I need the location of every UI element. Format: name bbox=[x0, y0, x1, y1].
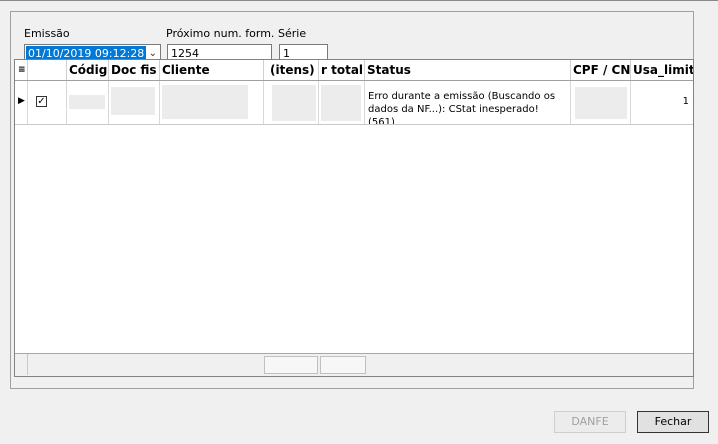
scrollbar-thumb-segment[interactable] bbox=[320, 356, 366, 374]
cell-usa-limit: 1 bbox=[631, 81, 693, 124]
column-check[interactable] bbox=[28, 60, 67, 80]
fechar-button[interactable]: Fechar bbox=[637, 411, 709, 433]
triangle-right-icon: ▶ bbox=[18, 96, 25, 106]
cell-doc-fis bbox=[109, 81, 160, 124]
cell-codigo bbox=[67, 81, 109, 124]
serie-label: Série bbox=[278, 27, 307, 40]
scrollbar-corner bbox=[15, 354, 28, 375]
row-checkbox[interactable]: ✓ bbox=[36, 96, 47, 107]
column-valor-total[interactable]: r total bbox=[319, 60, 365, 80]
column-doc-fis[interactable]: Doc fis bbox=[109, 60, 160, 80]
cell-cpf-cnpj bbox=[571, 81, 631, 124]
cell-valor-total bbox=[319, 81, 365, 124]
column-itens[interactable]: (itens) bbox=[264, 60, 319, 80]
redacted-block bbox=[69, 95, 105, 109]
redacted-block bbox=[162, 85, 248, 119]
cell-itens bbox=[264, 81, 319, 124]
horizontal-scrollbar[interactable] bbox=[15, 353, 693, 376]
column-status[interactable]: Status bbox=[365, 60, 571, 80]
redacted-block bbox=[272, 85, 316, 121]
column-cpf-cnpj[interactable]: CPF / CN bbox=[571, 60, 631, 80]
redacted-block bbox=[575, 87, 627, 119]
window-top-border bbox=[0, 0, 718, 1]
column-usa-limit[interactable]: Usa_limit bbox=[631, 60, 693, 80]
usa-limit-value: 1 bbox=[682, 96, 689, 107]
proximo-label: Próximo num. form. bbox=[166, 27, 275, 40]
status-text: Erro durante a emissão (Buscando os dado… bbox=[368, 90, 568, 124]
grid-header: ≡ Códig Doc fis Cliente (itens) r total … bbox=[15, 60, 693, 81]
danfe-button[interactable]: DANFE bbox=[554, 411, 626, 433]
status-line-1: Erro durante a emissão (Buscando os bbox=[368, 91, 556, 102]
redacted-block bbox=[321, 85, 361, 121]
emissao-label: Emissão bbox=[24, 27, 70, 40]
row-checkbox-cell[interactable]: ✓ bbox=[28, 81, 67, 124]
column-cliente[interactable]: Cliente bbox=[160, 60, 264, 80]
redacted-block bbox=[111, 87, 155, 115]
data-grid[interactable]: ≡ Códig Doc fis Cliente (itens) r total … bbox=[14, 59, 694, 377]
table-row[interactable]: ▶ ✓ Erro durante a emissão (Buscando os … bbox=[15, 81, 693, 125]
cell-cliente bbox=[160, 81, 264, 124]
row-indicator: ▶ bbox=[15, 81, 28, 124]
cell-status: Erro durante a emissão (Buscando os dado… bbox=[365, 81, 571, 124]
column-chooser-icon[interactable]: ≡ bbox=[15, 60, 28, 80]
status-line-2: dados da NF...): CStat inesperado! (561) bbox=[368, 104, 539, 124]
scrollbar-thumb[interactable] bbox=[264, 356, 318, 374]
column-codigo[interactable]: Códig bbox=[67, 60, 109, 80]
